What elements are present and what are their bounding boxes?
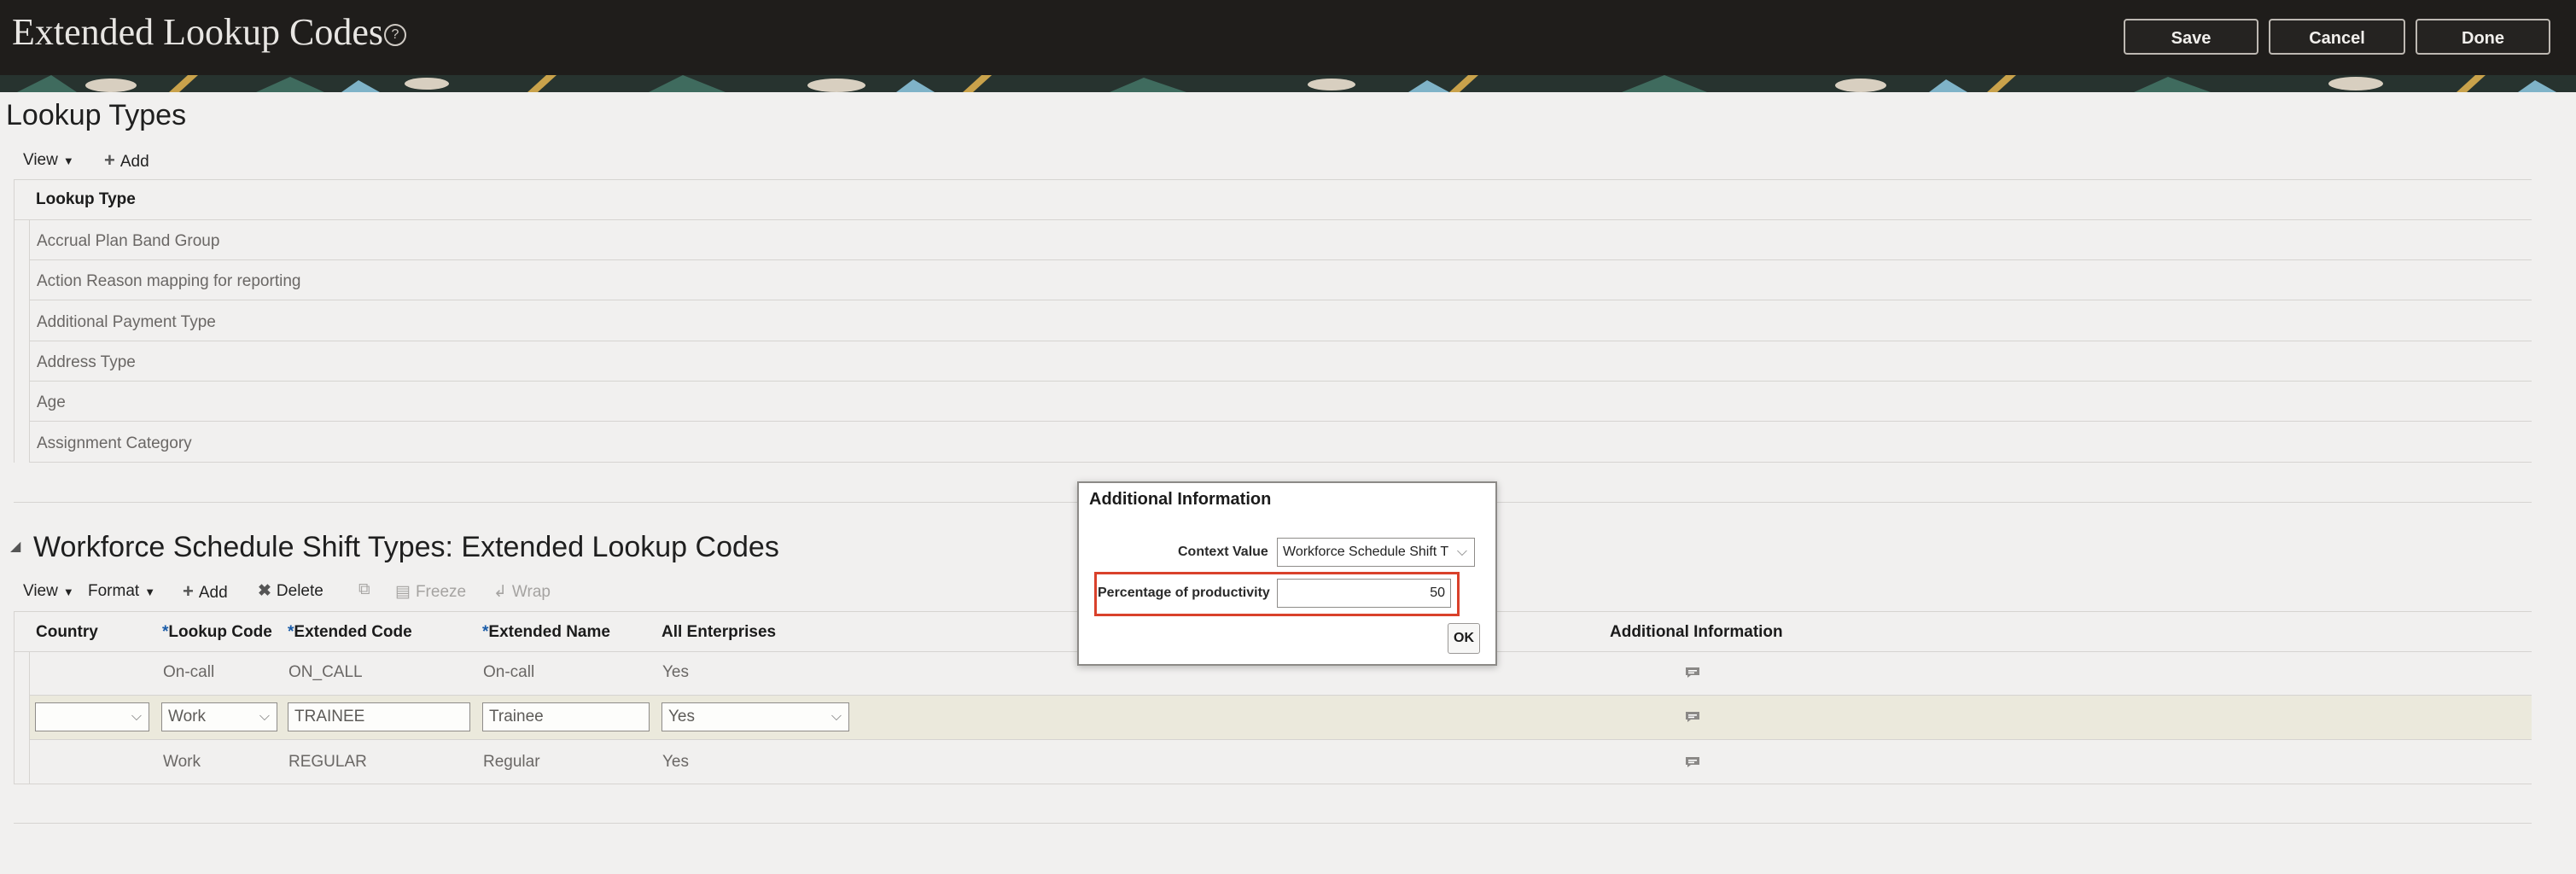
table-row[interactable]: Work REGULAR Regular Yes [30,740,2532,784]
column-header-extended-code: *Extended Code [288,623,412,642]
row-header-border [29,220,30,463]
extended-name-header-label: Extended Name [488,623,610,641]
save-button[interactable]: Save [2124,19,2258,55]
divider [14,823,2532,824]
decorative-banner [0,75,2576,92]
detach-icon[interactable]: ⧉ [358,580,370,599]
cancel-button[interactable]: Cancel [2269,19,2405,55]
context-value-text: Workforce Schedule Shift T [1283,545,1449,559]
table-row[interactable]: Assignment Category [37,434,192,453]
table-row[interactable]: Address Type [37,353,136,372]
lookup-types-title: Lookup Types [6,99,187,131]
table-row[interactable]: Additional Payment Type [37,313,216,332]
plus-icon: + [104,149,115,171]
extended-code-input[interactable]: TRAINEE [288,702,470,731]
table-row[interactable]: Age [37,393,66,412]
dialog-title: Additional Information [1089,490,1272,509]
caret-down-icon: ▼ [62,586,74,598]
column-header-lookup-type: Lookup Type [36,190,136,208]
add-lookup-type-button[interactable]: + Add [104,149,149,172]
page-title: Extended Lookup Codes [12,11,384,53]
codes-section-title: Workforce Schedule Shift Types: Extended… [33,531,779,563]
extended-name-cell: Regular [483,753,540,771]
done-button[interactable]: Done [2416,19,2550,55]
view-menu[interactable]: View ▼ [23,151,74,170]
delete-button[interactable]: ✖ Delete [258,581,323,601]
column-header-country: Country [36,623,98,641]
lookup-code-header-label: Lookup Code [168,623,272,641]
freeze-button[interactable]: ▤ Freeze [395,582,466,602]
chevron-down-icon: ⌵ [131,709,142,724]
view-menu[interactable]: View ▼ [23,582,74,601]
row-divider [29,381,2532,382]
context-value-select[interactable]: Workforce Schedule Shift T ⌵ [1277,538,1475,567]
wrap-icon: ↲ [493,583,507,601]
format-label: Format [88,582,140,600]
freeze-label: Freeze [415,583,467,601]
chevron-down-icon: ⌵ [259,709,270,724]
banner-pattern [0,75,2576,92]
add-code-button[interactable]: + Add [183,580,228,603]
extended-name-cell: On-call [483,663,535,681]
comment-icon[interactable] [1685,756,1700,768]
lookup-code-cell: On-call [163,663,215,681]
page-header: Extended Lookup Codes ? Save Cancel Done [0,0,2576,75]
all-enterprises-value: Yes [668,708,695,725]
question-circle-icon[interactable]: ? [384,24,406,46]
column-header-extended-name: *Extended Name [482,623,610,642]
wrap-label: Wrap [511,583,551,601]
divider [14,219,2532,220]
table-left-border [14,179,15,463]
lookup-code-cell: Work [163,753,201,771]
lookup-code-value: Work [168,708,206,725]
table-row-selected[interactable]: ⌵ Work ⌵ TRAINEE Trainee Yes ⌵ [30,696,2532,739]
row-divider [29,421,2532,422]
productivity-label: Percentage of productivity [1098,586,1270,600]
wrap-button[interactable]: ↲ Wrap [493,582,551,602]
column-header-lookup-code: *Lookup Code [162,623,272,642]
caret-down-icon: ▼ [62,154,74,167]
table-row[interactable]: Accrual Plan Band Group [37,232,219,251]
row-divider [29,462,2532,463]
caret-down-icon: ▼ [144,586,156,598]
productivity-input[interactable]: 50 [1277,579,1451,608]
additional-information-dialog: Additional Information Context Value Wor… [1077,481,1497,666]
chevron-down-icon: ⌵ [830,709,842,724]
freeze-icon: ▤ [395,583,411,601]
ok-button[interactable]: OK [1448,623,1480,654]
comment-icon[interactable] [1685,711,1700,723]
country-select[interactable]: ⌵ [35,702,149,731]
extended-code-cell: ON_CALL [288,663,363,681]
collapse-triangle-icon[interactable]: ◢ [10,538,20,555]
comment-icon[interactable] [1685,667,1700,679]
table-row[interactable]: Action Reason mapping for reporting [37,272,300,291]
delete-label: Delete [276,582,323,600]
format-menu[interactable]: Format ▼ [88,582,155,601]
row-divider [29,259,2532,260]
extended-code-header-label: Extended Code [294,623,412,641]
add-label: Add [119,153,149,171]
divider [14,179,2532,180]
table-left-border [14,611,15,784]
extended-name-input[interactable]: Trainee [482,702,650,731]
all-enterprises-cell: Yes [662,663,689,681]
context-value-label: Context Value [1178,545,1268,559]
extended-code-cell: REGULAR [288,753,367,771]
lookup-code-select[interactable]: Work ⌵ [161,702,277,731]
chevron-down-icon: ⌵ [1453,539,1467,566]
view-label: View [23,151,58,169]
column-header-additional-information: Additional Information [1610,623,1783,641]
x-icon: ✖ [258,582,271,600]
view-label: View [23,582,58,600]
add-label: Add [198,584,228,602]
plus-icon: + [183,580,194,602]
all-enterprises-select[interactable]: Yes ⌵ [661,702,849,731]
all-enterprises-cell: Yes [662,753,689,771]
column-header-all-enterprises: All Enterprises [661,623,777,641]
